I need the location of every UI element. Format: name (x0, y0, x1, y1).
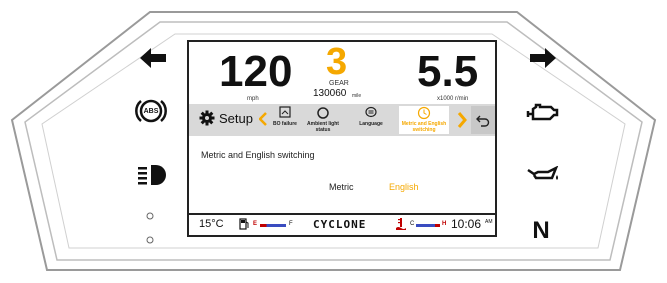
menu-bar: Setup BO failure Ambient light status La… (189, 104, 495, 136)
brand-logo: CYCLONE (313, 218, 367, 231)
setting-title: Metric and English switching (201, 150, 315, 160)
menu-item-ambient-light[interactable]: Ambient light status (299, 106, 347, 133)
clock-icon (417, 106, 431, 120)
fuel-gauge-bar (260, 224, 286, 227)
indicator-dot-upper (146, 212, 154, 220)
gauge-readouts: 120 mph 3 GEAR 130060 mile 5.5 x1000 r/m… (189, 42, 495, 104)
settings-content: Metric and English switching Metric Engl… (189, 136, 495, 214)
coolant-temp-icon (396, 218, 406, 230)
odometer-value: 130060 (313, 88, 347, 99)
fuel-empty-label: E (253, 221, 258, 227)
option-metric[interactable]: Metric (329, 182, 354, 192)
speed-value: 120 (219, 47, 293, 96)
oil-pressure-icon (526, 166, 560, 184)
fault-icon (279, 106, 291, 118)
menu-item-label: Ambient light status (307, 121, 339, 133)
chat-bubble-icon (365, 106, 377, 118)
clock-time: 10:06 (451, 217, 482, 231)
back-button[interactable] (471, 106, 495, 134)
menu-item-label: Metric and English switching (401, 121, 447, 133)
menu-item-label: BO failure (273, 121, 297, 127)
odometer-unit: mile (352, 93, 362, 99)
scroll-right-arrow-icon[interactable] (457, 112, 467, 128)
left-turn-signal-icon (140, 48, 166, 68)
menu-item-metric-english[interactable]: Metric and English switching (399, 106, 449, 134)
menu-item-language[interactable]: Language (347, 106, 395, 127)
clock-ampm: AM (485, 219, 493, 225)
gear-value: 3 (326, 41, 348, 83)
rpm-unit: x1000 r/min (437, 96, 469, 102)
indicator-dot-lower (146, 236, 154, 244)
setup-header: Setup (199, 110, 253, 126)
temp-cold-label: C (410, 221, 415, 227)
menu-item-label: Language (359, 121, 383, 127)
light-ring-icon (317, 107, 329, 119)
speed-unit: mph (247, 96, 259, 102)
gear-settings-icon (199, 110, 215, 126)
back-arrow-icon (476, 115, 490, 127)
setup-label: Setup (219, 110, 253, 126)
abs-warning-icon: ABS (134, 98, 168, 124)
temp-hot-label: H (442, 221, 447, 227)
fuel-pump-icon (239, 218, 249, 230)
gear-label: GEAR (329, 80, 349, 87)
coolant-gauge-bar (416, 224, 440, 227)
rpm-value: 5.5 (417, 47, 479, 96)
fuel-full-label: F (289, 221, 293, 227)
right-turn-signal-icon (530, 48, 556, 68)
option-english[interactable]: English (389, 182, 419, 192)
abs-label: ABS (143, 107, 159, 115)
headlight-icon (138, 164, 168, 186)
neutral-gear-indicator: N (532, 217, 550, 244)
temperature-readout: 15°C (199, 218, 224, 230)
display-screen: 120 mph 3 GEAR 130060 mile 5.5 x1000 r/m… (187, 40, 497, 237)
status-bar: 15°C E F CYCLONE C H 10:06 AM (189, 213, 495, 235)
engine-warning-icon (526, 102, 562, 124)
